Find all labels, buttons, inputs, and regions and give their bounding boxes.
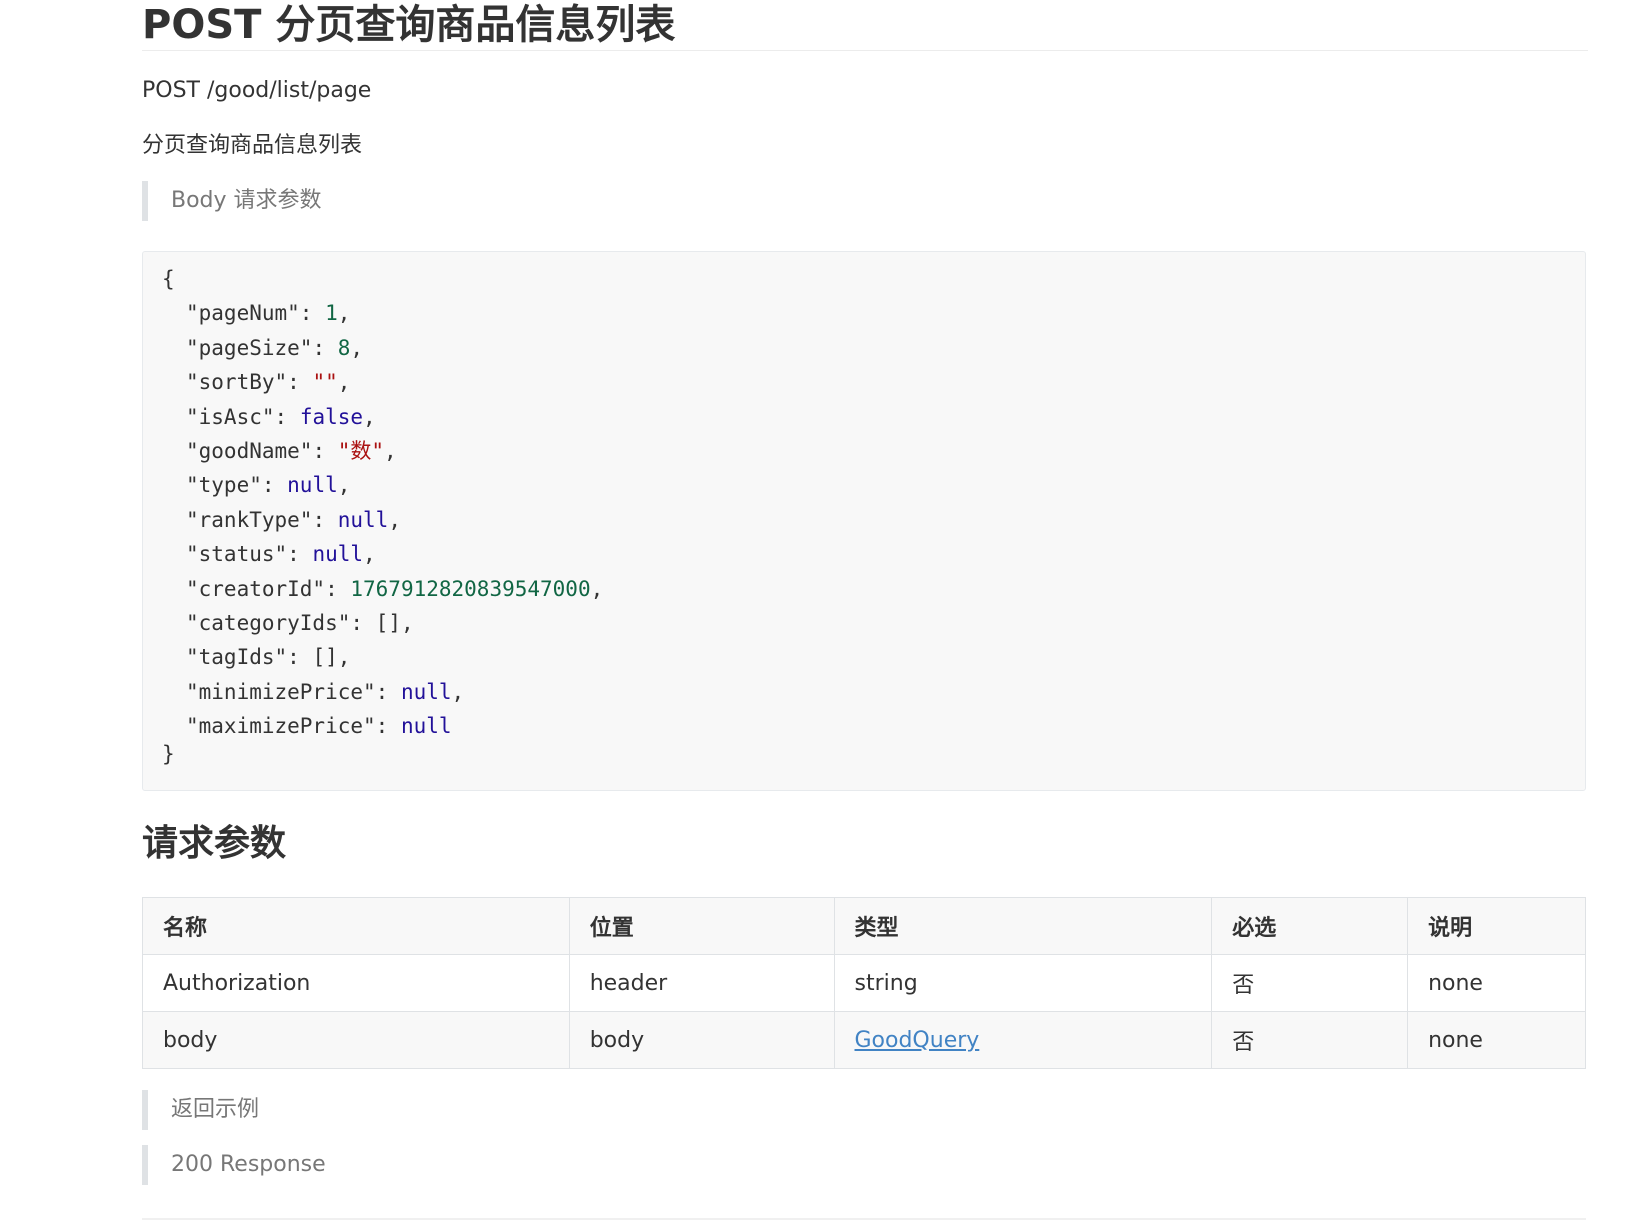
code-value: false [299,404,364,429]
section-divider [142,1218,1586,1220]
param-name-cell: Authorization [142,954,570,1012]
param-description-cell: none [1407,1011,1586,1069]
param-required-cell: 否 [1211,1011,1409,1069]
api-doc-page: POST 分页查询商品信息列表 POST /good/list/page 分页查… [142,0,1588,1220]
code-key: "goodName" [186,439,313,463]
code-key: "rankType" [186,507,313,532]
code-key: "pageSize" [186,335,313,360]
column-header-location: 位置 [568,897,835,955]
code-separator: : [312,439,338,463]
code-trailing-comma: , [350,335,364,360]
code-trailing-comma: , [337,473,351,498]
return-example-label: 返回示例 [142,1090,259,1130]
table-header-row: 名称 位置 类型 必选 说明 [142,897,1586,955]
code-line: "goodName": "数", [186,436,397,466]
code-separator: : [375,714,401,739]
code-value: null [337,507,389,532]
code-value: [] [312,645,338,670]
code-separator: : [312,507,338,532]
column-header-name: 名称 [142,897,570,955]
code-separator: : [287,370,313,395]
endpoint-text: POST /good/list/page [142,78,372,103]
code-trailing-comma: , [384,439,397,463]
param-name-cell: body [142,1011,570,1069]
code-line: "pageNum": 1, [186,298,350,328]
code-separator: : [261,473,288,498]
code-value: 1767912820839547000 [350,576,591,601]
code-line: "minimizePrice": null, [186,677,464,707]
code-line: "creatorId": 1767912820839547000, [186,574,603,604]
column-header-required: 必选 [1211,897,1409,955]
code-trailing-comma: , [590,576,604,601]
code-value: [] [375,611,401,635]
response-status-label: 200 Response [142,1145,326,1185]
code-separator: : [274,404,300,429]
code-trailing-comma: , [400,611,414,635]
column-header-type: 类型 [833,897,1213,955]
code-separator: : [299,301,326,326]
column-header-description: 说明 [1407,897,1586,955]
code-value: 1 [325,301,338,326]
param-location-cell: body [568,1011,835,1069]
code-key: "categoryIds" [186,611,351,635]
request-params-table: 名称 位置 类型 必选 说明 Authorization header stri… [142,897,1586,1069]
code-line: "pageSize": 8, [186,333,363,363]
code-value: "" [312,370,338,395]
code-key: "type" [186,473,262,498]
code-trailing-comma: , [337,370,351,395]
body-params-label: Body 请求参数 [142,181,322,221]
code-value: "数" [337,439,385,463]
code-trailing-comma: , [363,404,376,429]
code-separator: : [350,611,376,635]
code-key: "isAsc" [186,404,275,429]
code-separator: : [312,335,338,360]
param-type-cell: GoodQuery [833,1011,1213,1069]
code-close-brace: } [162,742,175,766]
code-line: "type": null, [186,470,350,500]
code-key: "creatorId" [186,576,326,601]
code-separator: : [287,645,313,670]
code-key: "minimizePrice" [186,679,376,704]
table-row: Authorization header string 否 none [142,954,1586,1012]
code-open-brace: { [162,267,175,291]
code-value: null [287,473,338,498]
table-row: body body GoodQuery 否 none [142,1011,1586,1069]
code-line: "isAsc": false, [186,402,376,432]
code-trailing-comma: , [337,645,351,670]
code-key: "sortBy" [186,370,288,395]
code-key: "tagIds" [186,645,288,670]
code-value: null [312,542,364,567]
page-title: POST 分页查询商品信息列表 [142,0,1588,51]
code-trailing-comma: , [363,542,376,567]
code-key: "maximizePrice" [186,714,376,739]
code-line: "status": null, [186,539,376,569]
code-value: null [400,679,452,704]
code-separator: : [287,542,313,567]
code-value: 8 [337,335,351,360]
request-body-code-block: { "pageNum": 1, "pageSize": 8, "sortBy": "… [142,251,1586,791]
request-params-heading: 请求参数 [142,823,287,864]
code-key: "status" [186,542,288,567]
code-trailing-comma: , [388,507,401,532]
goodquery-link[interactable]: GoodQuery [855,1028,980,1053]
code-trailing-comma: , [337,301,351,326]
code-value: null [400,714,452,739]
description-text: 分页查询商品信息列表 [142,133,363,158]
code-separator: : [325,576,351,601]
param-required-cell: 否 [1211,954,1409,1012]
code-separator: : [375,679,401,704]
code-trailing-comma: , [451,679,465,704]
code-line: "categoryIds": [], [186,608,414,638]
param-description-cell: none [1407,954,1586,1012]
code-line: "tagIds": [], [186,642,350,672]
param-type-cell: string [833,954,1213,1012]
code-line: "sortBy": "", [186,367,350,397]
param-location-cell: header [568,954,835,1012]
code-line: "rankType": null, [186,505,401,535]
code-key: "pageNum" [186,301,300,326]
code-line: "maximizePrice": null [186,711,452,741]
